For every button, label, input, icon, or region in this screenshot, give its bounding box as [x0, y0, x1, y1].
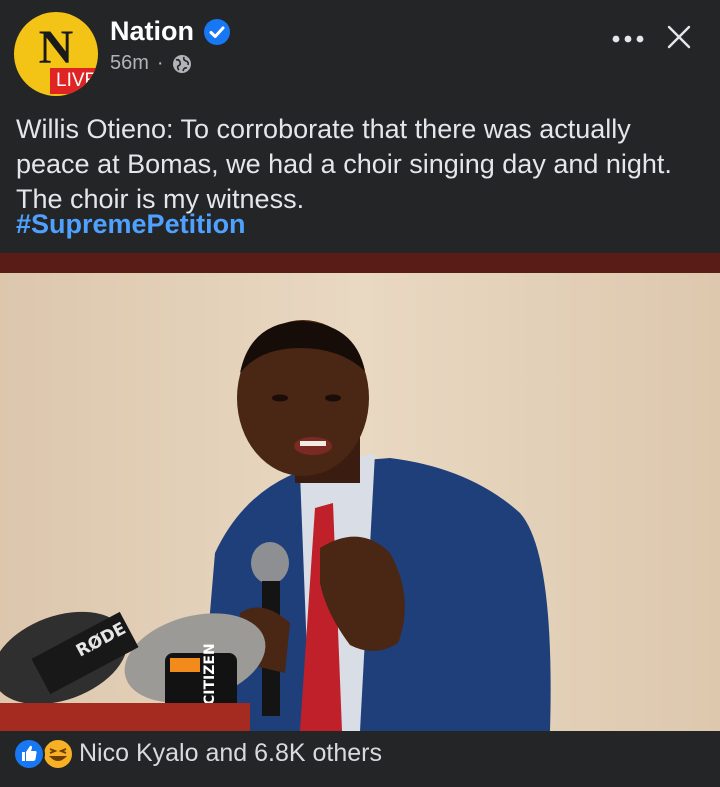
post-photo[interactable]: RØDE CITIZEN — [0, 253, 720, 731]
close-icon[interactable] — [666, 24, 692, 50]
verified-badge-icon — [204, 19, 230, 45]
meta-separator: · — [156, 52, 164, 74]
post-timestamp[interactable]: 56m — [110, 52, 149, 75]
reaction-icons[interactable] — [12, 737, 74, 771]
live-badge: LIVE — [50, 68, 98, 94]
post-header: N LIVE Nation 56m · — [0, 0, 720, 100]
haha-reaction-icon — [42, 738, 74, 770]
page-name[interactable]: Nation — [110, 16, 194, 47]
hashtag-link[interactable]: #SupremePetition — [16, 207, 246, 242]
globe-icon — [172, 54, 191, 73]
post-text: Willis Otieno: To corroborate that there… — [16, 114, 672, 214]
page-avatar[interactable]: N LIVE — [14, 12, 98, 96]
mic-brand-label-2: CITIZEN — [202, 643, 218, 705]
more-options-icon[interactable] — [610, 26, 646, 52]
avatar-logo-letter: N — [38, 21, 74, 74]
post-meta: 56m · — [110, 52, 192, 75]
reaction-summary[interactable]: Nico Kyalo and 6.8K others — [79, 739, 382, 768]
